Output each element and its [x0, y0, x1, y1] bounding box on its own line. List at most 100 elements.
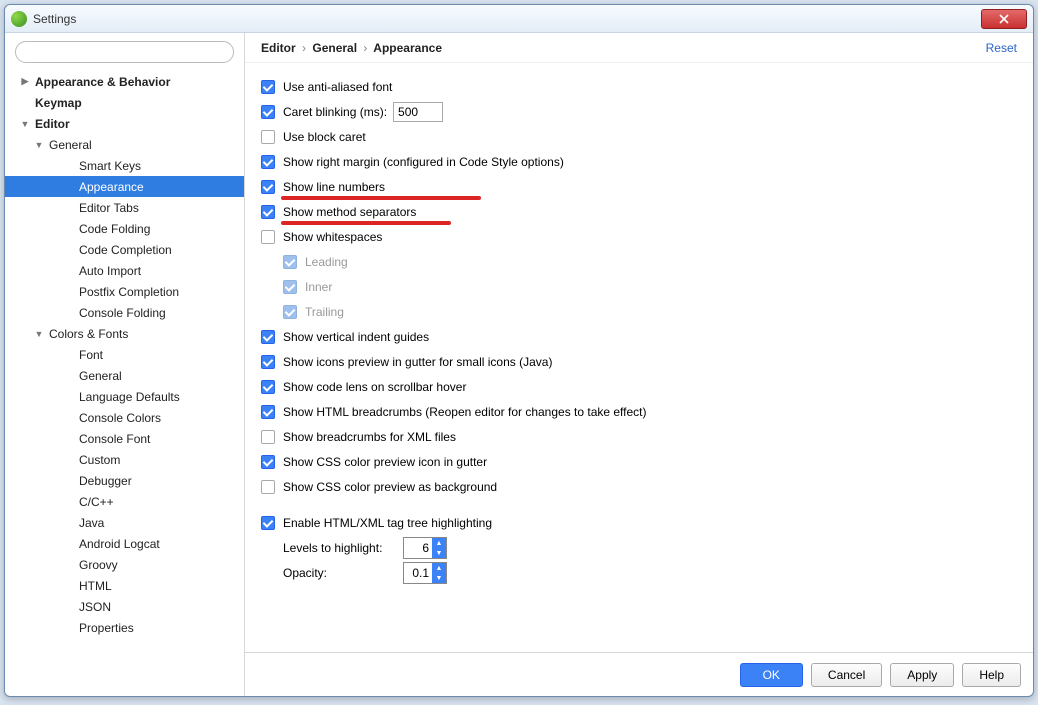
opt-tag-tree[interactable]: Enable HTML/XML tag tree highlighting	[261, 511, 1017, 535]
checkbox-icon[interactable]	[261, 330, 275, 344]
chevron-right-icon: ›	[363, 41, 367, 55]
opt-ws-leading[interactable]: Leading	[261, 250, 1017, 274]
tree-item[interactable]: ▶Custom	[5, 449, 244, 470]
tree-item[interactable]: ▶C/C++	[5, 491, 244, 512]
checkbox-icon[interactable]	[261, 455, 275, 469]
checkbox-icon[interactable]	[261, 80, 275, 94]
tree-item[interactable]: ▶Android Logcat	[5, 533, 244, 554]
close-button[interactable]	[981, 9, 1027, 29]
opt-css-preview[interactable]: Show CSS color preview icon in gutter	[261, 450, 1017, 474]
chevron-right-icon: ›	[302, 41, 306, 55]
checkbox-icon[interactable]	[283, 305, 297, 319]
tree-item[interactable]: ▶Auto Import	[5, 260, 244, 281]
tree-item[interactable]: ▶Appearance	[5, 176, 244, 197]
tree-item-label: Console Font	[79, 432, 150, 446]
opt-whitespaces[interactable]: Show whitespaces	[261, 225, 1017, 249]
close-icon	[998, 14, 1010, 24]
chevron-up-icon[interactable]: ▲	[432, 538, 446, 548]
levels-input[interactable]	[404, 538, 432, 558]
tree-item-label: Auto Import	[79, 264, 141, 278]
tree-item-label: Properties	[79, 621, 134, 635]
spinner-buttons[interactable]: ▲▼	[432, 563, 446, 583]
chevron-up-icon[interactable]: ▲	[432, 563, 446, 573]
checkbox-icon[interactable]	[261, 355, 275, 369]
tree-item[interactable]: ▶Console Folding	[5, 302, 244, 323]
checkbox-icon[interactable]	[283, 280, 297, 294]
tree-item-label: Android Logcat	[79, 537, 160, 551]
tree-item[interactable]: ▶General	[5, 365, 244, 386]
tree-item-label: Java	[79, 516, 104, 530]
cancel-button[interactable]: Cancel	[811, 663, 882, 687]
tree-item-label: Keymap	[35, 96, 82, 110]
search-input[interactable]	[15, 41, 234, 63]
checkbox-icon[interactable]	[261, 430, 275, 444]
checkbox-icon[interactable]	[261, 205, 275, 219]
levels-spinner[interactable]: ▲▼	[403, 537, 447, 559]
tree-item[interactable]: ▶Smart Keys	[5, 155, 244, 176]
opt-line-numbers[interactable]: Show line numbers	[261, 175, 1017, 199]
tree-item[interactable]: ▶Appearance & Behavior	[5, 71, 244, 92]
tree-item[interactable]: ▶Console Font	[5, 428, 244, 449]
checkbox-icon[interactable]	[261, 155, 275, 169]
tree-item[interactable]: ▶Keymap	[5, 92, 244, 113]
checkbox-icon[interactable]	[261, 405, 275, 419]
tree-item[interactable]: ▶JSON	[5, 596, 244, 617]
tree-item[interactable]: ▶Debugger	[5, 470, 244, 491]
tree-item[interactable]: ▶Font	[5, 344, 244, 365]
tree-item-label: Smart Keys	[79, 159, 141, 173]
content: ▶Appearance & Behavior▶Keymap▼Editor ▼ Gen…	[5, 33, 1033, 696]
chevron-down-icon: ▼	[33, 140, 45, 150]
opt-css-bg[interactable]: Show CSS color preview as background	[261, 475, 1017, 499]
opt-xml-crumbs[interactable]: Show breadcrumbs for XML files	[261, 425, 1017, 449]
checkbox-icon[interactable]	[261, 130, 275, 144]
checkbox-icon[interactable]	[261, 480, 275, 494]
checkbox-icon[interactable]	[261, 105, 275, 119]
titlebar: Settings	[5, 5, 1033, 33]
tree-item[interactable]: ▶Code Folding	[5, 218, 244, 239]
ok-button[interactable]: OK	[740, 663, 803, 687]
opt-code-lens[interactable]: Show code lens on scrollbar hover	[261, 375, 1017, 399]
tree-item[interactable]: ▶Language Defaults	[5, 386, 244, 407]
chevron-down-icon[interactable]: ▼	[432, 548, 446, 558]
opt-right-margin[interactable]: Show right margin (configured in Code St…	[261, 150, 1017, 174]
tree-item[interactable]: ▼Colors & Fonts	[5, 323, 244, 344]
tree-item[interactable]: ▶Properties	[5, 617, 244, 638]
tree-item-label: General	[49, 138, 92, 152]
chevron-down-icon[interactable]: ▼	[432, 573, 446, 583]
tree-item[interactable]: ▶Postfix Completion	[5, 281, 244, 302]
opacity-spinner[interactable]: ▲▼	[403, 562, 447, 584]
chevron-down-icon: ▼	[33, 329, 45, 339]
tree-item[interactable]: ▶Code Completion	[5, 239, 244, 260]
tree-item[interactable]: ▶Editor Tabs	[5, 197, 244, 218]
help-button[interactable]: Help	[962, 663, 1021, 687]
opt-antialiased[interactable]: Use anti-aliased font	[261, 75, 1017, 99]
checkbox-icon[interactable]	[283, 255, 297, 269]
opt-ws-trailing[interactable]: Trailing	[261, 300, 1017, 324]
checkbox-icon[interactable]	[261, 380, 275, 394]
opt-ws-inner[interactable]: Inner	[261, 275, 1017, 299]
tree-item[interactable]: ▶HTML	[5, 575, 244, 596]
caret-blink-input[interactable]	[393, 102, 443, 122]
tree-item[interactable]: ▶Console Colors	[5, 407, 244, 428]
opt-block-caret[interactable]: Use block caret	[261, 125, 1017, 149]
reset-link[interactable]: Reset	[986, 41, 1017, 55]
tree-item[interactable]: ▶Java	[5, 512, 244, 533]
opt-caret-blink[interactable]: Caret blinking (ms):	[261, 100, 1017, 124]
tree-item[interactable]: ▼Editor	[5, 113, 244, 134]
tree-item[interactable]: ▼ General	[5, 134, 244, 155]
checkbox-icon[interactable]	[261, 180, 275, 194]
checkbox-icon[interactable]	[261, 516, 275, 530]
checkbox-icon[interactable]	[261, 230, 275, 244]
apply-button[interactable]: Apply	[890, 663, 954, 687]
tree-item-label: Code Completion	[79, 243, 172, 257]
main-panel: Editor › General › Appearance Reset Use …	[245, 33, 1033, 696]
tree-item[interactable]: ▶Groovy	[5, 554, 244, 575]
opt-icons-preview[interactable]: Show icons preview in gutter for small i…	[261, 350, 1017, 374]
spinner-buttons[interactable]: ▲▼	[432, 538, 446, 558]
settings-tree[interactable]: ▶Appearance & Behavior▶Keymap▼Editor ▼ Gen…	[5, 69, 244, 696]
crumb-appearance: Appearance	[373, 41, 442, 55]
opt-html-crumbs[interactable]: Show HTML breadcrumbs (Reopen editor for…	[261, 400, 1017, 424]
opt-method-separators[interactable]: Show method separators	[261, 200, 1017, 224]
opacity-input[interactable]	[404, 563, 432, 583]
opt-indent-guides[interactable]: Show vertical indent guides	[261, 325, 1017, 349]
